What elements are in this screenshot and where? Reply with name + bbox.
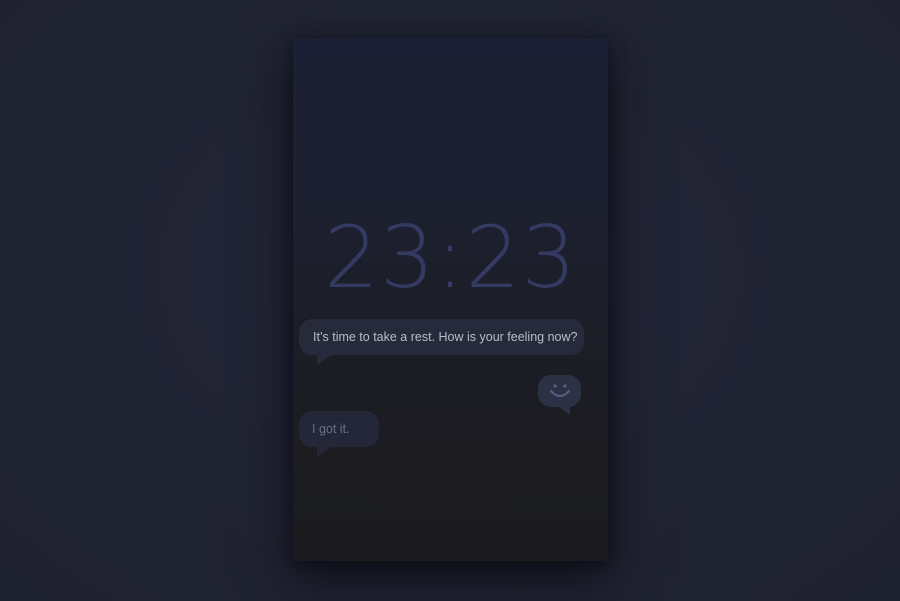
message-bubble-reply[interactable]: I got it.	[299, 411, 379, 457]
message-bubble-emoji[interactable]	[538, 375, 581, 415]
phone-screen: 23:23 It’s time to take a rest. How is y…	[293, 38, 608, 561]
bubble-tail	[317, 446, 333, 457]
reply-text: I got it.	[312, 422, 350, 436]
bubble-tail	[558, 406, 570, 415]
message-text: It’s time to take a rest. How is your fe…	[313, 330, 578, 344]
clock-time: 23:23	[324, 208, 577, 308]
bubble-tail	[317, 354, 333, 365]
message-bubble-question: It’s time to take a rest. How is your fe…	[299, 319, 584, 365]
smiley-face-icon	[550, 384, 570, 397]
